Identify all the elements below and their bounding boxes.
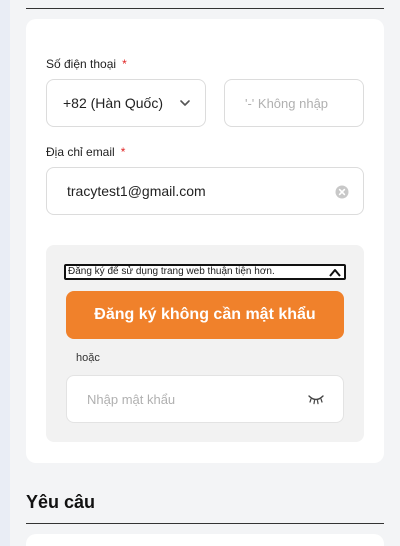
phone-number-placeholder: '-' Không nhập — [245, 95, 329, 111]
passwordless-signup-button[interactable]: Đăng ký không cần mật khẩu — [66, 291, 344, 339]
clear-icon[interactable] — [335, 185, 349, 199]
email-required-mark: * — [120, 145, 126, 159]
email-value: tracytest1@gmail.com — [67, 183, 206, 199]
top-divider — [26, 8, 384, 9]
caret-up-icon[interactable] — [328, 266, 342, 278]
signup-tooltip: Đăng ký để sử dụng trang web thuận tiện … — [64, 264, 346, 280]
chevron-down-icon — [180, 100, 190, 106]
country-code-value: +82 (Hàn Quốc) — [63, 95, 163, 111]
bottom-divider — [26, 523, 384, 524]
password-placeholder: Nhập mật khẩu — [87, 391, 176, 407]
email-label-text: Địa chỉ email — [46, 145, 115, 159]
email-field[interactable]: tracytest1@gmail.com — [46, 167, 364, 215]
eye-closed-icon[interactable] — [307, 393, 325, 405]
requests-section-title: Yêu câu — [26, 492, 96, 512]
phone-label-text: Số điện thoại — [46, 57, 117, 71]
or-divider-text: hoặc — [76, 352, 100, 364]
signup-form-card: Số điện thoại * +82 (Hàn Quốc) '-' Không … — [26, 19, 384, 463]
country-code-select[interactable]: +82 (Hàn Quốc) — [46, 79, 206, 127]
tooltip-text: Đăng ký để sử dụng trang web thuận tiện … — [68, 266, 275, 277]
passwordless-panel: Đăng ký để sử dụng trang web thuận tiện … — [46, 245, 364, 442]
email-label: Địa chỉ email * — [46, 145, 125, 159]
phone-required-mark: * — [122, 57, 127, 71]
phone-number-input[interactable]: '-' Không nhập — [224, 79, 364, 127]
phone-label: Số điện thoại * — [46, 57, 127, 71]
requests-card — [26, 534, 384, 546]
password-field[interactable]: Nhập mật khẩu — [66, 375, 344, 423]
left-rail — [0, 0, 10, 546]
